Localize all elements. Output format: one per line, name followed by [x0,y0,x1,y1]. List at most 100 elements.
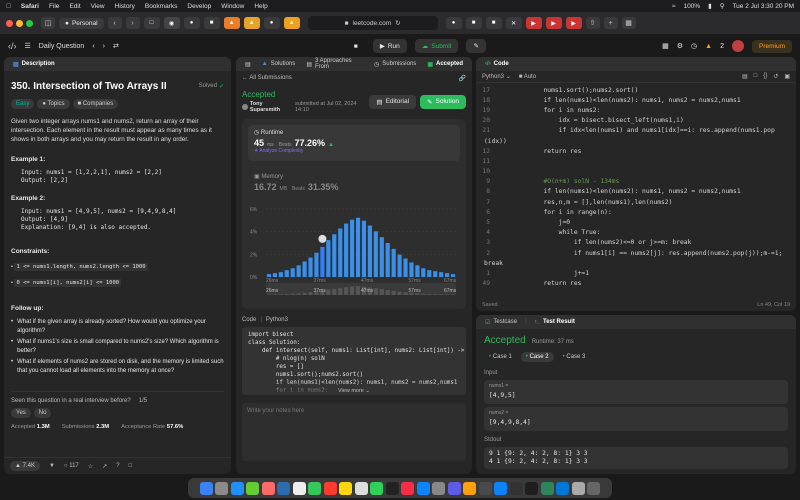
menu-develop[interactable]: Develop [187,3,211,10]
tab-favicon-1[interactable]: □ [143,17,160,29]
tab-favicon-6[interactable]: ▲ [243,17,260,29]
tab-submissions[interactable]: ◷ Submissions [371,61,419,68]
settings-icon[interactable]: ⚙ [677,42,683,50]
dislike-icon[interactable]: ▼ [49,463,55,469]
bookmark-icon[interactable]: □ [754,73,758,80]
streak-count[interactable]: 2 [720,43,724,50]
clock[interactable]: Tue 2 Jul 3:30 20 PM [732,3,794,10]
forward-icon[interactable]: › [125,17,140,29]
dock-terminal-icon[interactable] [509,481,523,495]
notes-button[interactable]: ✎ [466,39,486,53]
runtime-bar[interactable] [367,225,372,277]
minimize-window-button[interactable] [16,19,23,27]
runtime-bar[interactable] [326,240,331,277]
runtime-bar[interactable] [272,273,277,277]
topics-button[interactable]: ● Topics [37,99,70,109]
dock-vscode-icon[interactable] [556,481,570,495]
dock-app-3-icon[interactable] [478,481,492,495]
dock-settings-icon[interactable] [432,481,446,495]
fullscreen-icon[interactable]: ▣ [784,73,790,80]
companies-button[interactable]: ■ Companies [72,99,119,109]
code-line[interactable]: break [476,258,796,268]
dock-app-6-icon[interactable] [540,481,554,495]
prev-problem-icon[interactable]: ‹ [92,43,94,50]
difficulty-badge[interactable]: Easy [11,99,35,109]
tab-favicon-13[interactable]: ▶ [525,17,542,29]
runtime-bar[interactable] [409,262,414,277]
runtime-bar[interactable] [373,231,378,277]
tab-favicon-7[interactable]: ● [263,17,280,29]
code-line[interactable]: 20 idx = bisect.bisect_left(nums1,i) [476,116,796,126]
comments-button[interactable]: ○ 117 [64,463,79,469]
code-line[interactable]: 17 nums1.sort();nums2.sort() [476,85,796,95]
menu-bookmarks[interactable]: Bookmarks [145,3,178,10]
code-line[interactable]: 8 if len(nums1)<len(nums2): nums1, nums2… [476,187,796,197]
feedback-icon[interactable]: □ [129,463,133,469]
dock-app-1-icon[interactable] [447,481,461,495]
runtime-bar[interactable] [403,258,408,277]
code-editor[interactable]: 17 nums1.sort();nums2.sort() 18 if len(nu… [476,83,796,295]
tab-favicon-11[interactable]: ■ [485,17,502,29]
code-line[interactable]: 4 while True: [476,228,796,238]
dock-reminders-icon[interactable] [354,481,368,495]
runtime-bar[interactable] [439,272,444,277]
reset-icon[interactable]: ↺ [773,73,778,80]
code-line[interactable]: 12 return res [476,146,796,156]
url-bar[interactable]: ■ leetcode.com ↻ [307,16,438,30]
premium-button[interactable]: Premium [751,39,792,53]
dock-app-4-icon[interactable] [494,481,508,495]
analyze-complexity-link[interactable]: ✦ Analyze Complexity [254,148,454,154]
solution-button[interactable]: ✎ Solution [420,94,466,109]
runtime-card[interactable]: ◷ Runtime 45 ms Beats 77.26% ▲ ✦ Analyze… [248,125,460,161]
runtime-bar[interactable] [445,273,450,277]
tab-favicon-14[interactable]: ▶ [545,17,562,29]
code-line[interactable]: 5 j=0 [476,217,796,227]
yes-button[interactable]: Yes [11,408,31,418]
no-button[interactable]: No [33,408,52,418]
runtime-bar[interactable] [332,234,337,277]
like-button[interactable]: ▲ 7.4K [10,461,40,471]
debug-button[interactable]: ■ [347,40,365,53]
dock-tv-icon[interactable] [385,481,399,495]
runtime-bar[interactable] [338,228,343,277]
profile-button[interactable]: ● Personal [59,17,104,29]
menu-edit[interactable]: Edit [69,3,80,10]
daily-question-title[interactable]: Daily Question [39,43,85,50]
case-3-tab[interactable]: • Case 3 [558,352,591,362]
timer-icon[interactable]: ◷ [691,42,697,50]
sidebar-icon[interactable]: ◫ [41,17,55,29]
close-window-button[interactable] [6,19,13,27]
wifi-icon[interactable]: ≈ [672,3,676,10]
runtime-bar[interactable] [427,270,432,277]
share-icon[interactable]: ⇧ [585,17,600,29]
code-line[interactable]: 49 return res [476,279,796,289]
runtime-bar[interactable] [290,268,295,277]
problem-list-icon[interactable]: ☰ [25,42,31,50]
dock-podcasts-icon[interactable] [401,481,415,495]
runtime-bar[interactable] [379,237,384,277]
tab-favicon-4[interactable]: ■ [203,17,220,29]
code-line[interactable]: 6 for i in range(n): [476,207,796,217]
dock-safari-icon[interactable] [230,481,244,495]
dock-maps-icon[interactable] [370,481,384,495]
tab-favicon-15[interactable]: ▶ [565,17,582,29]
code-line[interactable]: 21 if idx<len(nums1) and nums1[idx]==i: … [476,126,796,136]
runtime-distribution-chart[interactable]: 6% 4% 2% 0% 26ms 26ms 37ms 37ms 47ms 47ms 57ms 57ms… [248,201,460,311]
dock-messages-icon[interactable] [246,481,260,495]
memory-card[interactable]: ▣ Memory 16.72 MB Beats 31.35% [248,169,460,196]
shuffle-icon[interactable]: ⇄ [113,42,119,50]
tab-favicon-github[interactable]: ◉ [163,17,180,29]
runtime-bar[interactable] [308,257,313,277]
code-line[interactable]: 19 for i in nums2: [476,105,796,115]
star-icon[interactable]: ☆ [88,463,93,470]
dock-launchpad-icon[interactable] [215,481,229,495]
apple-icon[interactable]:  [6,3,11,10]
runtime-bar[interactable] [355,217,361,277]
dock-app-2-icon[interactable] [463,481,477,495]
tab-test-result[interactable]: ›_ Test Result [532,319,578,325]
link-icon[interactable]: 🔗 [459,75,466,82]
tab-testcase[interactable]: ☑ Testcase [482,319,520,326]
runtime-bar[interactable] [296,265,301,277]
dock-app-5-icon[interactable] [525,481,539,495]
tab-favicon-3[interactable]: ● [183,17,200,29]
